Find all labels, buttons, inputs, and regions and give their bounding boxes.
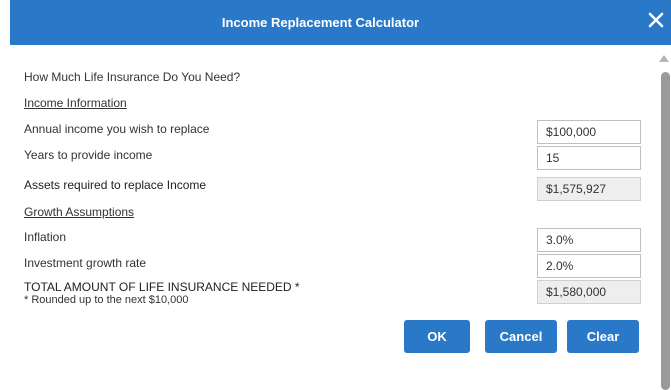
years-input[interactable] (537, 146, 641, 170)
scrollbar-thumb[interactable] (661, 72, 670, 390)
close-icon[interactable] (645, 9, 667, 31)
dialog-titlebar: Income Replacement Calculator (10, 0, 671, 45)
inflation-label: Inflation (24, 230, 67, 244)
cancel-button[interactable]: Cancel (485, 320, 557, 353)
investment-growth-label: Investment growth rate (24, 256, 147, 270)
income-section-heading: Income Information (24, 96, 127, 110)
question-text: How Much Life Insurance Do You Need? (24, 70, 241, 84)
inflation-input[interactable] (537, 228, 641, 252)
assets-value: $1,575,927 (537, 177, 641, 201)
clear-button[interactable]: Clear (567, 320, 639, 353)
scrollbar[interactable] (656, 50, 671, 390)
total-label: TOTAL AMOUNT OF LIFE INSURANCE NEEDED * (24, 280, 300, 294)
investment-growth-input[interactable] (537, 254, 641, 278)
total-note: * Rounded up to the next $10,000 (24, 294, 189, 306)
close-icon-glyph (648, 12, 664, 28)
annual-income-input[interactable] (537, 120, 641, 144)
scroll-up-arrow-icon[interactable] (659, 55, 669, 62)
annual-income-label: Annual income you wish to replace (24, 122, 210, 136)
dialog-title: Income Replacement Calculator (221, 15, 420, 30)
years-label: Years to provide income (24, 148, 153, 162)
total-value: $1,580,000 (537, 280, 641, 304)
assets-label: Assets required to replace Income (24, 178, 207, 192)
ok-button[interactable]: OK (404, 320, 470, 353)
growth-section-heading: Growth Assumptions (24, 205, 135, 219)
